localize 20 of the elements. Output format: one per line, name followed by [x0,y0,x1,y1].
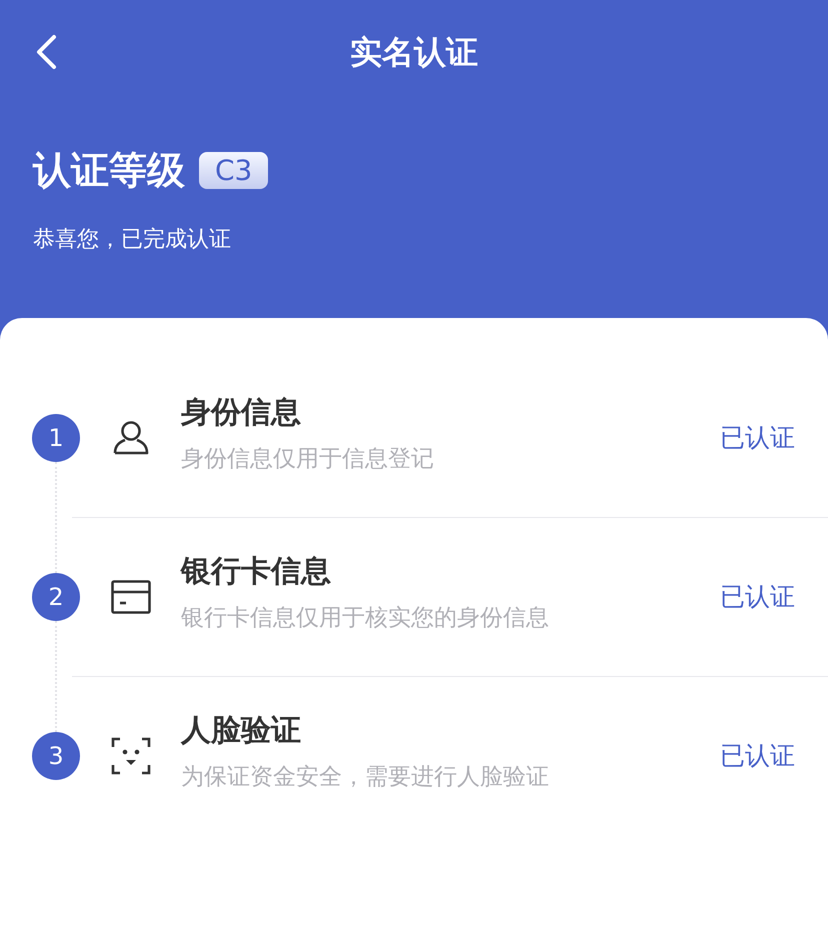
face-scan-icon [110,736,150,774]
step-status: 已认证 [720,740,795,772]
step-title: 身份信息 [181,394,302,432]
step-status: 已认证 [720,422,795,454]
step-description: 银行卡信息仅用于核实您的身份信息 [181,604,550,632]
step-number: 3 [32,732,80,780]
step-description: 为保证资金安全，需要进行人脸验证 [181,762,550,792]
card-icon [110,580,150,614]
level-badge: C3 [199,152,268,189]
step-number: 2 [32,572,80,620]
step-title: 人脸验证 [181,712,302,750]
step-title: 银行卡信息 [181,552,332,590]
page-title: 实名认证 [350,32,478,72]
step-number: 1 [32,414,80,462]
person-icon [112,420,150,456]
step-description: 身份信息仅用于信息登记 [181,444,435,474]
success-message: 恭喜您，已完成认证 [33,226,232,254]
level-title: 认证等级 [33,147,185,194]
step-status: 已认证 [720,581,795,613]
back-icon[interactable] [35,34,57,70]
